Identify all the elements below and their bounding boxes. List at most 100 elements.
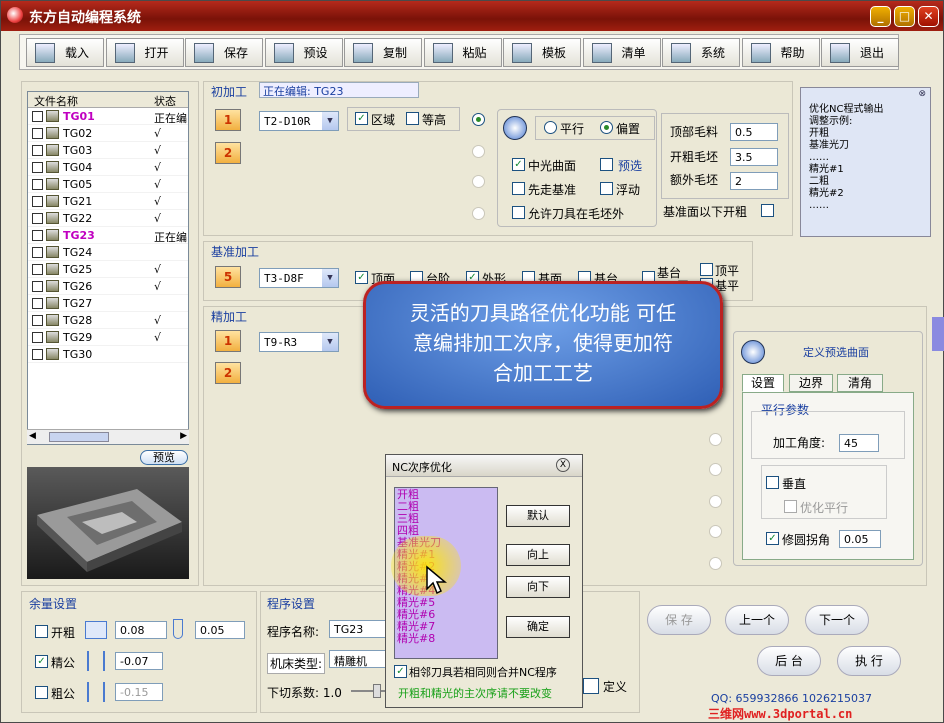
previous-button[interactable]: 上一个 [725,605,789,635]
toolbar-button-1[interactable]: 打开 [105,38,184,67]
file-list-scrollbar[interactable]: ◀ ▶ [27,429,189,444]
tab-boundary[interactable]: 边界 [789,374,833,392]
fine-allow-input[interactable]: -0.07 [115,652,163,670]
fine-allow-checkbox[interactable]: ✓ [35,655,48,668]
file-checkbox[interactable] [32,281,43,292]
tab-settings[interactable]: 设置 [742,374,784,392]
rough-order-radio-4[interactable] [472,207,485,220]
rough-order-radio-2[interactable] [472,145,485,158]
file-row[interactable]: TG01 正在编 [28,108,188,125]
toolbar-button-4[interactable]: 复制 [344,38,422,67]
file-row[interactable]: TG05 √ [28,176,188,193]
scroll-thumb[interactable] [49,432,109,442]
file-row[interactable]: TG29 √ [28,329,188,346]
maximize-button[interactable]: □ [894,6,915,27]
offset-radio[interactable] [600,121,613,134]
file-row[interactable]: TG25 √ [28,261,188,278]
round-corner-checkbox[interactable]: ✓ [766,532,779,545]
file-row[interactable]: TG27 [28,295,188,312]
file-row[interactable]: TG04 √ [28,159,188,176]
nc-order-item[interactable]: 精光#8 [397,633,495,645]
round-corner-input[interactable]: 0.05 [839,530,881,548]
file-checkbox[interactable] [32,111,43,122]
minimize-button[interactable]: _ [870,6,891,27]
vertical-checkbox[interactable] [766,476,779,489]
finish-order-radio-5[interactable] [709,557,722,570]
rough-tool-select[interactable]: T2-D10R ▼ [259,111,339,131]
coarse-allow-input[interactable]: -0.15 [115,683,163,701]
top-flat-checkbox[interactable] [700,263,713,276]
rough-step-1-button[interactable]: 1 [215,109,241,131]
file-row[interactable]: TG03 √ [28,142,188,159]
toolbar-button-9[interactable]: 帮助 [741,38,820,67]
base-step-5-button[interactable]: 5 [215,266,241,288]
file-row[interactable]: TG22 √ [28,210,188,227]
next-button[interactable]: 下一个 [805,605,869,635]
chevron-down-icon[interactable]: ▼ [322,269,338,287]
contour-checkbox[interactable] [406,112,419,125]
move-up-button[interactable]: 向上 [506,544,570,566]
file-checkbox[interactable] [32,247,43,258]
allow-outside-checkbox[interactable] [512,206,525,219]
angle-input[interactable]: 45 [839,434,879,452]
finish-tool-select[interactable]: T9-R3 ▼ [259,332,339,352]
file-row[interactable]: TG28 √ [28,312,188,329]
chevron-down-icon[interactable]: ▼ [322,333,338,351]
toolbar-button-5[interactable]: 粘贴 [423,38,502,67]
file-checkbox[interactable] [32,264,43,275]
base-first-checkbox[interactable] [512,182,525,195]
close-icon[interactable]: X [556,458,570,472]
toolbar-button-6[interactable]: 模板 [503,38,581,67]
file-checkbox[interactable] [32,298,43,309]
finish-order-radio-3[interactable] [709,495,722,508]
file-row[interactable]: TG02 √ [28,125,188,142]
column-status[interactable]: 状态 [154,93,176,109]
file-checkbox[interactable] [32,230,43,241]
ok-button[interactable]: 确定 [506,616,570,638]
rough-allow-checkbox[interactable] [35,625,48,638]
coarse-allow-checkbox[interactable] [35,686,48,699]
file-row[interactable]: TG21 √ [28,193,188,210]
base-tool-select[interactable]: T3-D8F ▼ [259,268,339,288]
finish-order-radio-4[interactable] [709,525,722,538]
background-button[interactable]: 后 台 [757,646,821,676]
file-row[interactable]: TG26 √ [28,278,188,295]
file-row[interactable]: TG30 [28,346,188,363]
chevron-down-icon[interactable]: ▼ [322,112,338,130]
optimize-parallel-checkbox[interactable] [784,500,797,513]
top-stock-input[interactable]: 0.5 [730,123,778,141]
toolbar-button-7[interactable]: 清单 [582,38,661,67]
finish-step-1-button[interactable]: 1 [215,330,241,352]
preselect-checkbox[interactable] [600,158,613,171]
toolbar-button-0[interactable]: 载入 [26,38,104,67]
tab-clear-corner[interactable]: 清角 [837,374,883,392]
scroll-right-icon[interactable]: ▶ [180,431,187,441]
file-checkbox[interactable] [32,196,43,207]
area-checkbox[interactable]: ✓ [355,112,368,125]
program-name-input[interactable]: TG23 [329,620,389,638]
file-checkbox[interactable] [32,145,43,156]
file-checkbox[interactable] [32,213,43,224]
finish-order-radio-1[interactable] [709,433,722,446]
file-row[interactable]: TG23 正在编 [28,227,188,244]
machine-type-select[interactable]: 精雕机 [329,650,389,668]
move-down-button[interactable]: 向下 [506,576,570,598]
preview-button[interactable]: 预览 [140,450,188,465]
slider-thumb[interactable] [373,684,381,698]
execute-button[interactable]: 执 行 [837,646,901,676]
parallel-radio[interactable] [544,121,557,134]
below-base-checkbox[interactable] [761,204,774,217]
define-checkbox[interactable] [583,678,599,694]
file-checkbox[interactable] [32,332,43,343]
close-button[interactable]: ✕ [918,6,939,27]
default-button[interactable]: 默认 [506,505,570,527]
float-checkbox[interactable] [600,182,613,195]
file-checkbox[interactable] [32,349,43,360]
open-blank-input[interactable]: 3.5 [730,148,778,166]
rough-order-radio-3[interactable] [472,175,485,188]
finish-order-radio-2[interactable] [709,463,722,476]
scroll-left-icon[interactable]: ◀ [29,431,36,441]
rough-step-2-button[interactable]: 2 [215,142,241,164]
side-collapse-handle[interactable] [932,317,944,351]
toolbar-button-3[interactable]: 预设 [264,38,343,67]
